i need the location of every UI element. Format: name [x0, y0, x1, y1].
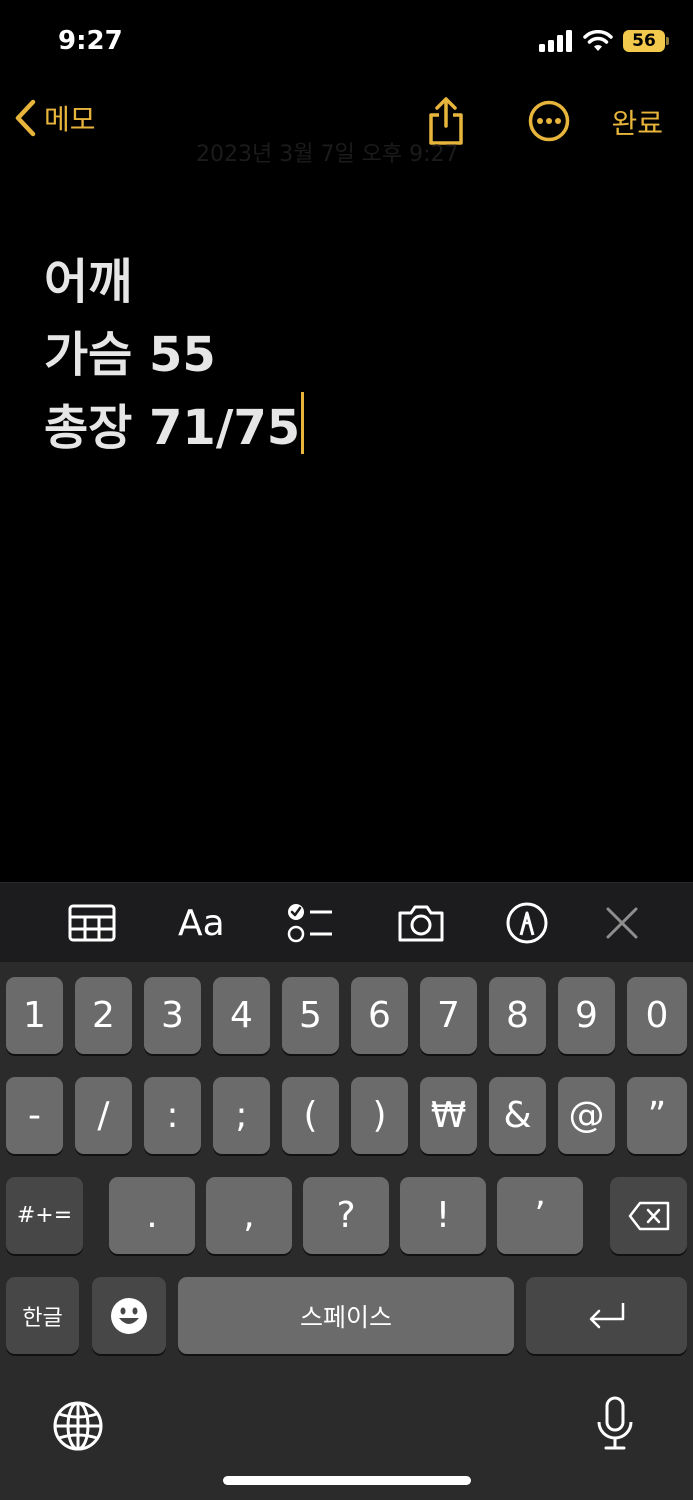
back-label: 메모	[44, 103, 96, 136]
key-5[interactable]: 5	[282, 977, 339, 1054]
note-body[interactable]: 어깨 가슴 55 총장 71/75	[44, 246, 305, 465]
camera-button[interactable]	[396, 901, 446, 945]
done-button[interactable]: 완료	[611, 102, 663, 142]
table-icon	[68, 904, 116, 942]
key-3[interactable]: 3	[144, 977, 201, 1054]
key-open-paren[interactable]: (	[282, 1077, 339, 1154]
key-colon[interactable]: :	[144, 1077, 201, 1154]
key-hyphen[interactable]: -	[6, 1077, 63, 1154]
key-semicolon[interactable]: ;	[213, 1077, 270, 1154]
key-8[interactable]: 8	[489, 977, 546, 1054]
close-icon	[606, 907, 638, 939]
note-line-3: 총장 71/75	[44, 400, 301, 456]
table-button[interactable]	[68, 901, 116, 945]
key-close-paren[interactable]: )	[351, 1077, 408, 1154]
symbols-mode-key[interactable]: #+=	[6, 1177, 83, 1254]
key-period[interactable]: .	[109, 1177, 195, 1254]
globe-icon	[53, 1401, 103, 1451]
more-options-icon	[528, 100, 570, 142]
battery-icon: 56	[623, 30, 669, 52]
key-quote[interactable]: ”	[627, 1077, 687, 1154]
space-key[interactable]: 스페이스	[178, 1277, 514, 1354]
back-button[interactable]: 메모	[14, 98, 96, 138]
language-key[interactable]: 한글	[6, 1277, 79, 1354]
key-1[interactable]: 1	[6, 977, 63, 1054]
checklist-button[interactable]	[286, 901, 334, 945]
note-line-1: 어깨	[44, 254, 133, 310]
camera-icon	[398, 905, 444, 942]
note-line-2: 가슴 55	[44, 327, 216, 383]
status-bar: 9:27 56	[0, 0, 693, 80]
key-4[interactable]: 4	[213, 977, 270, 1054]
key-ampersand[interactable]: &	[489, 1077, 546, 1154]
key-9[interactable]: 9	[558, 977, 615, 1054]
text-cursor	[301, 392, 305, 454]
backspace-icon	[628, 1201, 669, 1230]
return-key[interactable]	[526, 1277, 687, 1354]
return-icon	[589, 1302, 624, 1328]
key-2[interactable]: 2	[75, 977, 132, 1054]
close-toolbar-button[interactable]	[604, 901, 640, 945]
format-toolbar: Aa	[0, 882, 693, 962]
emoji-icon	[111, 1297, 147, 1334]
key-slash[interactable]: /	[75, 1077, 132, 1154]
note-line-3-wrap: 총장 71/75	[44, 392, 305, 465]
pen-markup-icon	[506, 902, 548, 944]
key-comma[interactable]: ,	[206, 1177, 292, 1254]
status-time: 9:27	[58, 26, 123, 56]
key-0[interactable]: 0	[627, 977, 687, 1054]
microphone-icon	[597, 1396, 633, 1450]
keyboard: 1 2 3 4 5 6 7 8 9 0 - / : ; ( ) ₩ & @ ” …	[0, 962, 693, 1500]
more-button[interactable]	[528, 100, 570, 146]
checklist-icon	[287, 904, 332, 943]
key-question[interactable]: ?	[303, 1177, 389, 1254]
home-indicator[interactable]	[223, 1476, 471, 1485]
key-apostrophe[interactable]: ’	[497, 1177, 583, 1254]
key-6[interactable]: 6	[351, 977, 408, 1054]
status-indicators: 56	[539, 30, 669, 52]
note-date: 2023년 3월 7일 오후 9:27	[196, 142, 459, 167]
cellular-signal-icon	[539, 30, 572, 52]
markup-button[interactable]	[505, 901, 549, 945]
key-exclamation[interactable]: !	[400, 1177, 486, 1254]
format-button[interactable]: Aa	[178, 901, 225, 945]
dictation-button[interactable]	[596, 1396, 634, 1456]
key-won[interactable]: ₩	[420, 1077, 477, 1154]
emoji-key[interactable]	[92, 1277, 166, 1354]
globe-button[interactable]	[52, 1400, 104, 1456]
delete-key[interactable]	[610, 1177, 687, 1254]
key-at[interactable]: @	[558, 1077, 615, 1154]
wifi-icon	[583, 30, 613, 51]
key-7[interactable]: 7	[420, 977, 477, 1054]
chevron-left-icon	[15, 99, 36, 137]
